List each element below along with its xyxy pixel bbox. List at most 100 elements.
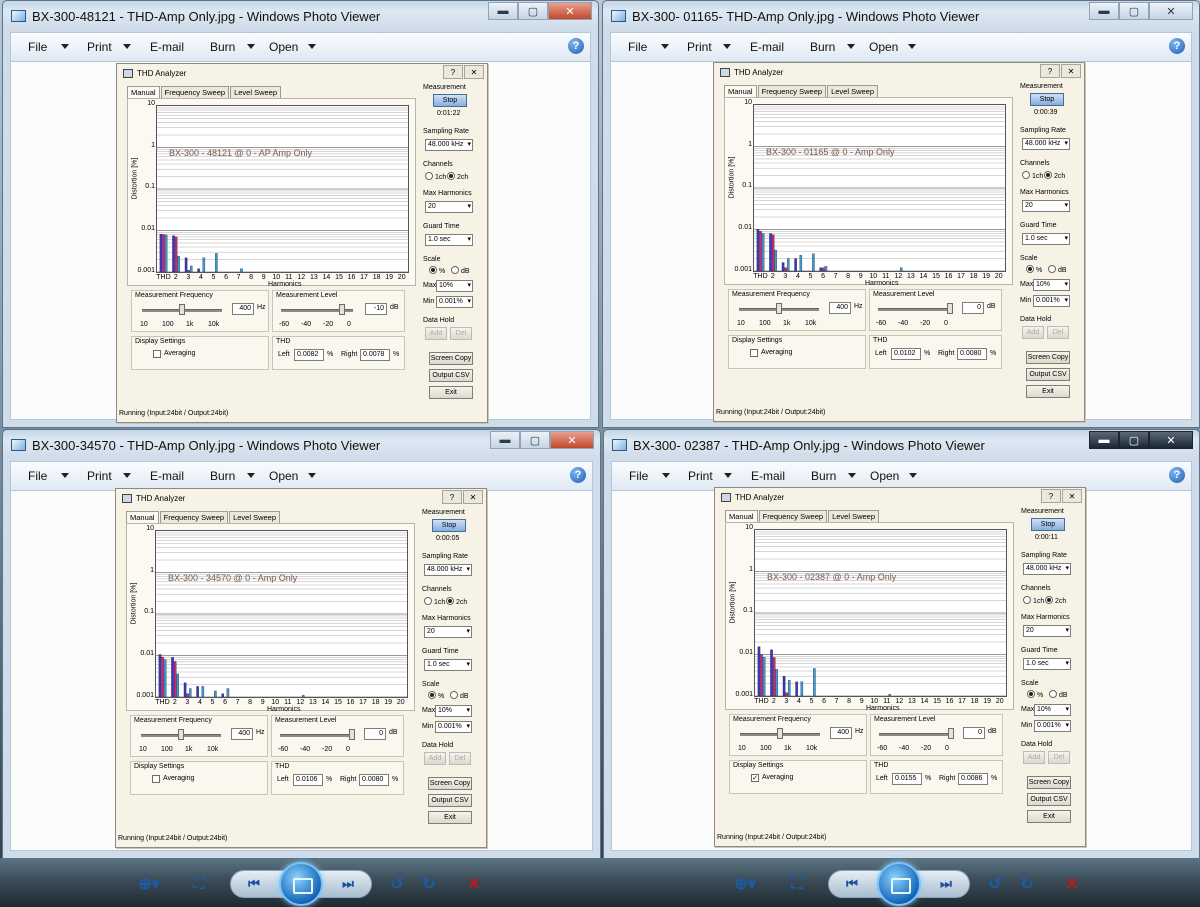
channel-2ch-radio[interactable]: 2ch [447, 172, 468, 181]
menu-file[interactable]: File [28, 469, 47, 483]
maximize-icon[interactable]: ▢ [1119, 431, 1149, 449]
chevron-down-icon[interactable] [247, 44, 255, 49]
channel-1ch-radio[interactable]: 1ch [1022, 171, 1043, 180]
max-harmonics-select[interactable]: 20 [1023, 625, 1071, 637]
scale-max-select[interactable]: 10% [1034, 704, 1071, 716]
minimize-icon[interactable]: ▬ [490, 431, 520, 449]
title-bar[interactable]: BX-300- 01165- THD-Amp Only.jpg - Window… [611, 4, 1079, 28]
dialog-close-icon[interactable]: ✕ [1061, 64, 1081, 78]
menu-email[interactable]: E-mail [750, 40, 784, 54]
level-slider-track[interactable] [879, 733, 951, 736]
sampling-rate-select[interactable]: 48.000 kHz [424, 564, 472, 576]
screen-copy-button[interactable]: Screen Copy [1027, 776, 1071, 789]
stop-button[interactable]: Stop [433, 94, 467, 107]
maximize-icon[interactable]: ▢ [518, 2, 548, 20]
frequency-input[interactable]: 400 [830, 727, 852, 739]
channel-1ch-radio[interactable]: 1ch [425, 172, 446, 181]
screen-copy-button[interactable]: Screen Copy [1026, 351, 1070, 364]
output-csv-button[interactable]: Output CSV [429, 369, 473, 382]
chevron-down-icon[interactable] [123, 44, 131, 49]
channel-2ch-radio[interactable]: 2ch [1045, 596, 1066, 605]
dialog-help-icon[interactable]: ? [1041, 489, 1061, 503]
title-bar[interactable]: BX-300-48121 - THD-Amp Only.jpg - Window… [11, 4, 478, 28]
maximize-icon[interactable]: ▢ [520, 431, 550, 449]
menu-print[interactable]: Print [688, 469, 713, 483]
menu-email[interactable]: E-mail [751, 469, 785, 483]
help-icon[interactable]: ? [568, 38, 584, 54]
del-button[interactable]: Del [1047, 326, 1069, 339]
screen-copy-button[interactable]: Screen Copy [429, 352, 473, 365]
level-slider-knob[interactable] [349, 729, 355, 740]
menu-open[interactable]: Open [870, 469, 899, 483]
next-icon-right[interactable]: ⏭ [931, 873, 961, 895]
sampling-rate-select[interactable]: 48.000 kHz [1022, 138, 1070, 150]
scale-percent-radio[interactable]: % [429, 266, 445, 275]
chevron-down-icon[interactable] [908, 44, 916, 49]
dialog-close-icon[interactable]: ✕ [1062, 489, 1082, 503]
rotate-clockwise-icon[interactable]: ↻ [418, 874, 440, 894]
scale-percent-radio[interactable]: % [428, 691, 444, 700]
frequency-slider-knob[interactable] [777, 728, 783, 739]
menu-open[interactable]: Open [869, 40, 898, 54]
scale-min-select[interactable]: 0.001% [436, 296, 473, 308]
level-input[interactable]: -10 [365, 303, 387, 315]
menu-email[interactable]: E-mail [150, 469, 184, 483]
tab-level-sweep[interactable]: Level Sweep [230, 86, 282, 98]
minimize-icon[interactable]: ▬ [1089, 2, 1119, 20]
level-slider-knob[interactable] [948, 728, 954, 739]
exit-button[interactable]: Exit [428, 811, 472, 824]
max-harmonics-select[interactable]: 20 [425, 201, 473, 213]
zoom-icon[interactable]: ⊕▾ [133, 874, 165, 894]
dialog-close-icon[interactable]: ✕ [464, 65, 484, 79]
channel-2ch-radio[interactable]: 2ch [446, 597, 467, 606]
close-icon[interactable]: ✕ [548, 2, 592, 20]
close-icon[interactable]: ✕ [1149, 2, 1193, 20]
delete-icon[interactable]: ✕ [463, 874, 485, 894]
menu-burn[interactable]: Burn [810, 40, 835, 54]
guard-time-select[interactable]: 1.0 sec [424, 659, 472, 671]
close-icon[interactable]: ✕ [1149, 431, 1193, 449]
chevron-down-icon[interactable] [909, 473, 917, 478]
actual-size-icon[interactable]: ⛶ [188, 874, 210, 894]
scale-percent-radio[interactable]: % [1026, 265, 1042, 274]
level-slider-track[interactable] [878, 308, 950, 311]
exit-button[interactable]: Exit [1027, 810, 1071, 823]
slideshow-button[interactable] [279, 862, 323, 906]
title-bar[interactable]: BX-300- 02387 - THD-Amp Only.jpg - Windo… [612, 433, 1079, 457]
guard-time-select[interactable]: 1.0 sec [1023, 658, 1071, 670]
chevron-down-icon[interactable] [61, 473, 69, 478]
guard-time-select[interactable]: 1.0 sec [425, 234, 473, 246]
frequency-input[interactable]: 400 [829, 302, 851, 314]
scale-max-select[interactable]: 10% [1033, 279, 1070, 291]
tab-manual[interactable]: Manual [725, 510, 758, 522]
tab-frequency-sweep[interactable]: Frequency Sweep [757, 85, 827, 97]
scale-db-radio[interactable]: dB [450, 691, 469, 700]
output-csv-button[interactable]: Output CSV [1027, 793, 1071, 806]
level-input[interactable]: 0 [963, 727, 985, 739]
menu-file[interactable]: File [28, 40, 47, 54]
screen-copy-button[interactable]: Screen Copy [428, 777, 472, 790]
chevron-down-icon[interactable] [662, 473, 670, 478]
dialog-help-icon[interactable]: ? [443, 65, 463, 79]
frequency-slider-knob[interactable] [179, 304, 185, 315]
output-csv-button[interactable]: Output CSV [428, 794, 472, 807]
channel-2ch-radio[interactable]: 2ch [1044, 171, 1065, 180]
actual-size-icon-right[interactable]: ⛶ [786, 874, 808, 894]
tab-frequency-sweep[interactable]: Frequency Sweep [160, 86, 230, 98]
scale-min-select[interactable]: 0.001% [435, 721, 472, 733]
level-slider-knob[interactable] [947, 303, 953, 314]
stop-button[interactable]: Stop [1031, 518, 1065, 531]
frequency-slider-knob[interactable] [776, 303, 782, 314]
title-bar[interactable]: BX-300-34570 - THD-Amp Only.jpg - Window… [11, 433, 480, 457]
next-icon[interactable]: ⏭ [333, 873, 363, 895]
scale-max-select[interactable]: 10% [435, 705, 472, 717]
stop-button[interactable]: Stop [432, 519, 466, 532]
scale-db-radio[interactable]: dB [451, 266, 470, 275]
del-button[interactable]: Del [449, 752, 471, 765]
add-button[interactable]: Add [425, 327, 447, 340]
scale-db-radio[interactable]: dB [1049, 690, 1068, 699]
chevron-down-icon[interactable] [308, 44, 316, 49]
scale-min-select[interactable]: 0.001% [1034, 720, 1071, 732]
chevron-down-icon[interactable] [308, 473, 316, 478]
level-slider-knob[interactable] [339, 304, 346, 315]
